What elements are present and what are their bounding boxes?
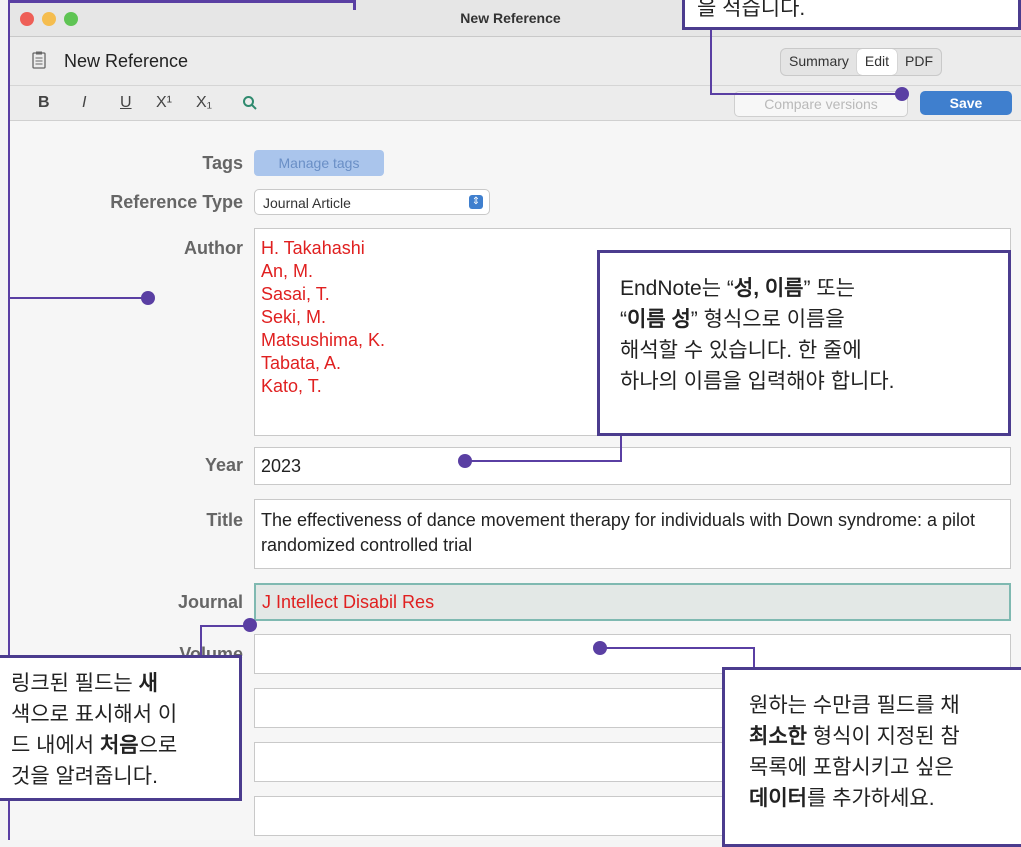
view-tabs: Summary Edit PDF	[780, 48, 943, 76]
italic-button[interactable]: I	[82, 94, 86, 112]
callout-text: 형식이 지정된 참	[806, 725, 960, 748]
callout-text: “	[620, 308, 627, 331]
reference-type-label: Reference Type	[110, 192, 243, 212]
title-label: Title	[206, 510, 243, 530]
year-value: 2023	[261, 456, 302, 476]
callout-text: 링크된 필드는	[11, 672, 139, 695]
reference-title: New Reference	[64, 51, 189, 71]
reference-header: New Reference Summary Edit PDF	[8, 37, 1021, 86]
superscript-button[interactable]: X¹	[156, 94, 172, 112]
tab-pdf[interactable]: PDF	[897, 49, 941, 75]
callout-name-format: EndNote는 “성, 이름” 또는 “이름 성” 형식으로 이름을 해석할 …	[597, 250, 1011, 436]
journal-field[interactable]: J Intellect Disabil Res	[254, 583, 1011, 621]
tab-edit[interactable]: Edit	[856, 49, 898, 75]
year-label: Year	[204, 455, 243, 475]
tags-label: Tags	[202, 153, 243, 173]
reference-document-icon	[32, 51, 46, 69]
callout-anchor-dot	[895, 87, 909, 101]
callout-text: 를 추가하세요.	[806, 787, 935, 810]
save-button[interactable]: Save	[920, 91, 1012, 115]
year-field[interactable]: 2023	[254, 447, 1011, 485]
title-value: The effectiveness of dance movement ther…	[261, 510, 976, 555]
callout-connector	[8, 297, 148, 299]
callout-anchor-dot	[243, 618, 257, 632]
callout-text: 을 적습니다.	[697, 0, 806, 20]
callout-connector	[710, 30, 712, 94]
callout-text-bold: 이름 성	[627, 308, 691, 331]
search-icon[interactable]	[242, 95, 258, 111]
callout-text: 목록에 포함시키고 싶은	[749, 756, 954, 779]
callout-text: 으로	[138, 734, 178, 757]
formatting-toolbar: B I U X¹ X₁ Compare versions Save	[8, 86, 1021, 121]
bold-button[interactable]: B	[38, 94, 50, 112]
callout-add-fields: 원하는 수만큼 필드를 채 최소한 형식이 지정된 참 목록에 포함시키고 싶은…	[722, 667, 1021, 847]
subscript-button[interactable]: X₁	[196, 94, 212, 112]
callout-connector	[465, 460, 622, 462]
callout-top-left-edge	[8, 0, 356, 3]
callout-text: 해석할 수 있습니다. 한 줄에	[620, 339, 862, 362]
callout-connector	[200, 625, 248, 627]
callout-text: 색으로 표시해서 이	[11, 703, 178, 726]
callout-text: 하나의 이름을 입력해야 합니다.	[620, 370, 895, 393]
callout-text: ” 형식으로 이름을	[690, 308, 845, 331]
callout-anchor-dot	[458, 454, 472, 468]
callout-linked-field: 링크된 필드는 새 색으로 표시해서 이 드 내에서 처음으로 것을 알려줍니다…	[0, 655, 242, 801]
chevron-updown-icon: ⇕	[469, 195, 483, 209]
callout-text-bold: 성, 이름	[733, 277, 804, 300]
callout-text: 것을 알려줍니다.	[11, 765, 158, 788]
reference-type-value: Journal Article	[263, 195, 351, 211]
manage-tags-button[interactable]: Manage tags	[254, 150, 384, 176]
tab-summary[interactable]: Summary	[781, 49, 857, 75]
reference-type-select[interactable]: Journal Article ⇕	[254, 189, 490, 215]
callout-text-bold: 최소한	[749, 725, 807, 748]
callout-text: ” 또는	[803, 277, 855, 300]
callout-connector	[753, 647, 755, 669]
title-field[interactable]: The effectiveness of dance movement ther…	[254, 499, 1011, 569]
callout-connector	[620, 436, 622, 461]
callout-text: EndNote는 “	[620, 277, 734, 300]
callout-connector	[710, 93, 908, 95]
callout-text: 드 내에서	[11, 734, 100, 757]
journal-value: J Intellect Disabil Res	[262, 592, 435, 612]
callout-text-bold: 처음	[99, 734, 139, 757]
callout-text-bold: 새	[138, 672, 158, 695]
author-label: Author	[184, 238, 243, 258]
callout-text: 원하는 수만큼 필드를 채	[749, 694, 960, 717]
callout-text-bold: 데이터	[749, 787, 807, 810]
callout-save-note: 을 적습니다.	[682, 0, 1021, 30]
callout-top-left-edge	[353, 0, 356, 10]
callout-connector	[200, 625, 202, 655]
underline-button[interactable]: U	[120, 94, 132, 112]
callout-connector	[600, 647, 755, 649]
journal-label: Journal	[177, 592, 243, 612]
callout-anchor-dot	[141, 291, 155, 305]
